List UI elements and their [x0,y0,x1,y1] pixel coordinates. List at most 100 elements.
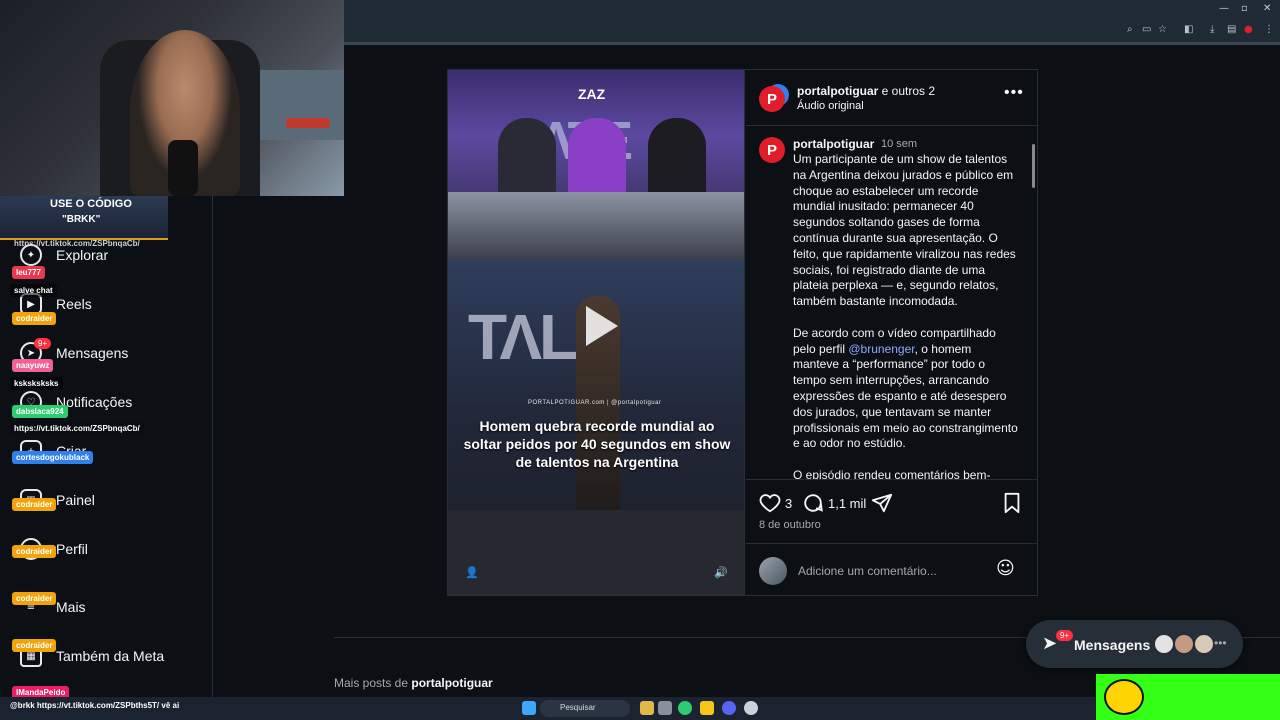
caption-paragraph: O episódio rendeu comentários bem- [793,467,991,479]
chat-user: cortesdogokublack [12,451,94,464]
chat-user: dabslaca924 [12,405,68,418]
avatar [1154,634,1174,654]
coauthors[interactable]: e outros 2 [878,84,935,98]
webcam-lamp [286,118,330,128]
minimize-icon[interactable]: — [1219,3,1229,14]
messages-badge: 9+ [1056,630,1074,641]
more-posts-heading: Mais posts de portalpotiguar [334,676,493,690]
chat-message: salve chat [10,284,57,297]
cast-icon[interactable]: ▭ [1142,24,1151,35]
more-avatars-icon: ••• [1214,636,1227,650]
reel-video[interactable]: ΛΤΞ ZAZ ΤΛLΞ PORTALPOTIGUAR.com | @porta… [448,70,745,595]
post-actions: 3 1,1 mil 8 de outubro Adicione um comen… [746,479,1038,595]
post-header: P portalpotiguar e outros 2 Áudio origin… [746,70,1038,126]
video-top-frame: ΛΤΞ ZAZ [448,70,744,260]
sidepanel-icon[interactable]: ▤ [1227,24,1236,35]
toolbar-divider [344,42,1280,45]
video-watermark: ZAZ [578,86,606,102]
comment-count: 1,1 mil [828,495,867,511]
more-options-icon[interactable]: ••• [1004,84,1024,102]
streamer-webcam [0,0,344,196]
caption-comment: P portalpotiguar 10 sem Um participante … [746,127,1038,479]
tagged-users-icon[interactable]: 👤 [465,566,479,579]
bookmark-star-icon[interactable]: ☆ [1158,24,1167,35]
chat-user: codraider [12,498,57,511]
share-button[interactable] [871,492,893,514]
author-avatar[interactable]: P [759,86,785,112]
more-posts-user[interactable]: portalpotiguar [411,676,492,690]
avatar [1194,634,1214,654]
post-author[interactable]: portalpotiguar e outros 2 [797,84,935,98]
save-button[interactable] [1002,492,1022,514]
comment-icon [804,494,823,512]
chat-user: codraider [12,592,57,605]
maximize-icon[interactable]: ▫ [1241,3,1248,14]
download-icon[interactable]: ⤓ [1210,24,1214,35]
promo-line-2: "BRKK" [62,214,101,225]
more-posts-prefix: Mais posts de [334,676,412,690]
browser-toolbar: ⌕ ▭ ☆ ◧ ⤓ ▤ ● ⋮ [344,20,1280,42]
audio-label[interactable]: Áudio original [797,100,864,112]
promo-line-1: USE O CÓDIGO [50,198,132,210]
chat-message: ksksksksks [10,377,63,390]
sidebar-item-label: Também da Meta [56,648,165,664]
messages-floating-button[interactable]: ➤ 9+ Mensagens ••• [1026,620,1243,668]
caption-paragraph: De acordo com o vídeo compartilhado pelo… [793,326,1018,452]
chat-user: codraider [12,639,57,652]
microphone [168,140,198,196]
video-floor [448,510,744,595]
profile-avatar-icon[interactable]: ● [1244,24,1253,35]
file-explorer-icon[interactable] [700,701,714,715]
bookmark-icon [1004,492,1020,514]
heart-icon [759,494,781,513]
sidebar-item-label: Mais [56,599,86,615]
post-date: 8 de outubro [759,519,821,531]
comment-avatar[interactable]: P [759,137,785,163]
video-person [648,118,706,198]
extensions-icon[interactable]: ◧ [1184,24,1193,35]
messages-badge: 9+ [34,338,52,349]
chat-ticker: @brkk https://vt.tiktok.com/ZSPbths5T/ v… [10,701,180,710]
caption-text: Um participante de um show de talentos n… [793,152,1018,479]
chat-user: naayuwz [12,359,54,372]
current-user-avatar [759,557,787,585]
like-button[interactable]: 3 [759,492,792,514]
windows-start-icon[interactable] [522,701,536,715]
chat-user: leu777 [12,266,45,279]
chat-user: codraider [12,545,57,558]
chrome-icon[interactable] [678,701,692,715]
video-person [498,118,556,198]
play-icon[interactable] [570,298,626,354]
comment-time[interactable]: 10 sem [881,138,917,150]
taskbar-search[interactable]: Pesquisar [540,700,630,717]
close-icon[interactable]: ✕ [1263,3,1271,14]
sidebar-item-label: Painel [56,492,95,508]
add-comment-input[interactable]: Adicione um comentário... [798,564,937,578]
caption-paragraph: Um participante de um show de talentos n… [793,152,1016,309]
discord-icon[interactable] [722,701,736,715]
chat-user: codraider [12,312,57,325]
stream-alert-overlay [1096,674,1280,720]
post-modal: ΛΤΞ ZAZ ΤΛLΞ PORTALPOTIGUAR.com | @porta… [447,69,1038,596]
sound-icon[interactable]: 🔊 [714,566,728,579]
promo-banner: USE O CÓDIGO "BRKK" [0,196,168,240]
weather-icon[interactable] [640,701,654,715]
share-icon [871,493,893,513]
avatar [1174,634,1194,654]
emoji-icon[interactable]: ☺ [996,558,1015,579]
promo-url: https://vt.tiktok.com/ZSPbnqaCb/ [14,239,140,248]
comments-scrollbar[interactable] [1032,144,1035,188]
author-name[interactable]: portalpotiguar [797,84,878,98]
post-side-panel: P portalpotiguar e outros 2 Áudio origin… [746,70,1038,595]
sidebar-item-label: Reels [56,296,92,312]
settings-icon[interactable] [744,701,758,715]
task-view-icon[interactable] [658,701,672,715]
caption-text-part: , o homem manteve a “performance” por to… [793,341,1018,451]
video-brand-strip: PORTALPOTIGUAR.com | @portalpotiguar [528,400,662,406]
mention-link[interactable]: @brunenger [848,342,914,356]
comment-username[interactable]: portalpotiguar [793,137,874,151]
browser-menu-icon[interactable]: ⋮ [1264,24,1274,35]
comment-button[interactable]: 1,1 mil [802,492,866,514]
sidebar-item-label: Mensagens [56,345,129,361]
zoom-icon[interactable]: ⌕ [1127,24,1133,35]
